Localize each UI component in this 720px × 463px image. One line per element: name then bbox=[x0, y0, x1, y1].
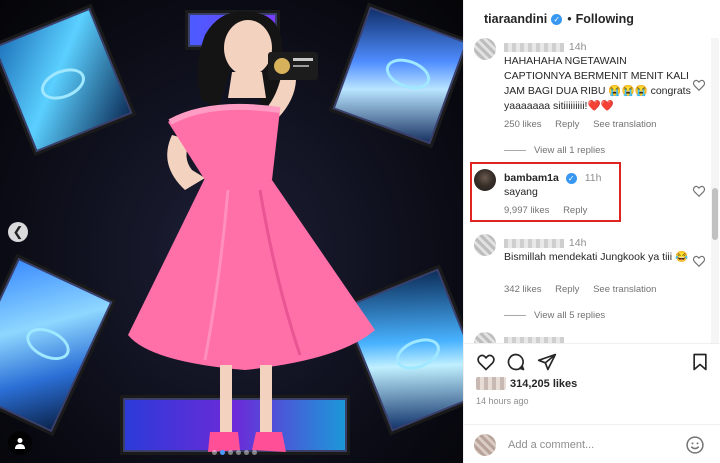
comments-list[interactable]: 14h HAHAHAHA NGETAWAIN CAPTIONNYA BERMEN… bbox=[464, 38, 710, 343]
avatar[interactable] bbox=[474, 234, 496, 256]
carousel-dot bbox=[212, 450, 217, 455]
reply-line bbox=[504, 315, 526, 316]
add-comment-bar bbox=[464, 424, 720, 463]
likes-row[interactable]: 314,205 likes bbox=[476, 377, 577, 390]
comment-author-row bbox=[504, 335, 564, 343]
heart-icon[interactable] bbox=[692, 254, 706, 268]
user-tag-icon[interactable] bbox=[8, 431, 32, 455]
carousel-dot bbox=[228, 450, 233, 455]
post-actions: 314,205 likes 14 hours ago bbox=[464, 343, 720, 463]
comment-author-row: 14h bbox=[504, 237, 586, 249]
comment-meta: 342 likes Reply See translation bbox=[504, 284, 667, 295]
comment-input[interactable] bbox=[508, 435, 678, 455]
view-replies-label[interactable]: View all 5 replies bbox=[534, 310, 605, 321]
heart-icon[interactable] bbox=[692, 184, 706, 198]
post-header: tiaraandini ✓ • Following bbox=[464, 0, 720, 38]
author-username[interactable]: tiaraandini bbox=[484, 12, 547, 26]
avatar bbox=[474, 434, 496, 456]
blurred-username[interactable] bbox=[504, 238, 564, 248]
avatar[interactable] bbox=[474, 38, 496, 60]
comment-time: 14h bbox=[568, 41, 587, 53]
comment-author-row: 14h bbox=[504, 41, 586, 53]
verified-badge-icon: ✓ bbox=[551, 13, 563, 25]
post-photo[interactable]: ❮ bbox=[0, 0, 463, 463]
scrollbar-thumb[interactable] bbox=[712, 188, 718, 240]
comment-text: HAHAHAHA NGETAWAIN CAPTIONNYA BERMENIT M… bbox=[504, 55, 691, 112]
avatar[interactable] bbox=[474, 332, 496, 343]
carousel-dot bbox=[252, 450, 257, 455]
see-translation-link[interactable]: See translation bbox=[593, 119, 656, 130]
view-replies-link[interactable]: View all 5 replies bbox=[504, 310, 605, 321]
header-separator: • bbox=[567, 12, 572, 26]
carousel-dot-active bbox=[220, 450, 225, 455]
heart-icon[interactable] bbox=[692, 78, 706, 92]
highlight-box bbox=[470, 162, 621, 222]
carousel-dots bbox=[212, 450, 257, 455]
view-replies-link[interactable]: View all 1 replies bbox=[504, 145, 605, 156]
woman-in-pink-dress bbox=[128, 11, 375, 452]
comment-text: Bismillah mendekati Jungkook ya tiii 😂 bbox=[504, 251, 689, 263]
following-button[interactable]: Following bbox=[576, 12, 634, 26]
reply-line bbox=[504, 150, 526, 151]
chevron-left-icon[interactable]: ❮ bbox=[8, 222, 28, 242]
view-replies-label[interactable]: View all 1 replies bbox=[534, 145, 605, 156]
comment-icon[interactable] bbox=[506, 352, 526, 372]
see-translation-link[interactable]: See translation bbox=[593, 284, 656, 295]
post-time: 14 hours ago bbox=[476, 396, 529, 406]
comment-time: 14h bbox=[568, 237, 587, 249]
share-icon[interactable] bbox=[537, 352, 557, 372]
heart-icon[interactable] bbox=[476, 352, 496, 372]
post-side-panel: tiaraandini ✓ • Following 14h HAHAHAHA N… bbox=[463, 0, 720, 463]
carousel-dot bbox=[236, 450, 241, 455]
blurred-username[interactable] bbox=[504, 42, 564, 52]
liker-avatars bbox=[476, 377, 506, 390]
comment-meta: 250 likes Reply See translation bbox=[504, 119, 667, 130]
carousel-dot bbox=[244, 450, 249, 455]
comment-likes[interactable]: 250 likes bbox=[504, 119, 542, 130]
reply-button[interactable]: Reply bbox=[555, 284, 579, 295]
likes-count[interactable]: 314,205 likes bbox=[510, 378, 577, 390]
comment-likes[interactable]: 342 likes bbox=[504, 284, 542, 295]
comments-scrollbar[interactable] bbox=[711, 38, 719, 343]
reply-button[interactable]: Reply bbox=[555, 119, 579, 130]
emoji-icon[interactable] bbox=[685, 435, 705, 455]
bookmark-icon[interactable] bbox=[690, 352, 710, 372]
